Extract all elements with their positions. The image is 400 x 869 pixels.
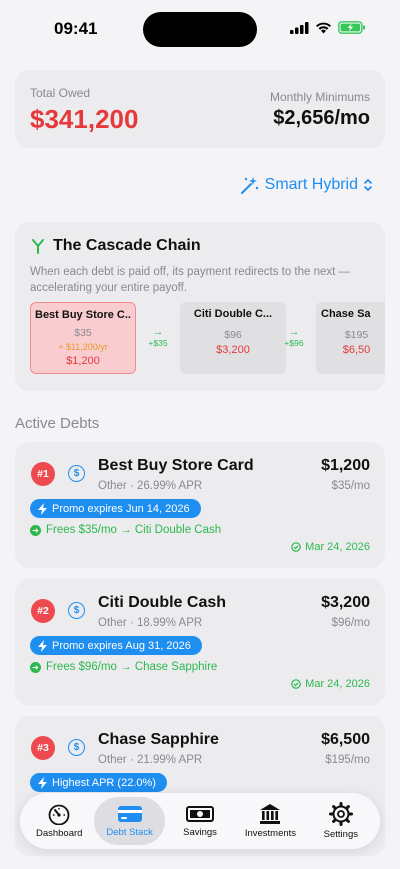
- tab-label: Savings: [183, 827, 217, 838]
- cascade-description: When each debt is paid off, its payment …: [30, 266, 351, 294]
- chain-node-name: Citi Double C...: [193, 308, 273, 320]
- tab-label: Settings: [323, 829, 358, 840]
- chain-node-balance: $6,50: [342, 344, 371, 356]
- status-bar: 09:41: [0, 0, 400, 60]
- tab-debt-stack[interactable]: Debt Stack: [94, 797, 165, 845]
- tab-bar: Dashboard Debt Stack Savings Investments…: [20, 793, 380, 849]
- debt-balance: $6,500: [321, 731, 370, 748]
- dynamic-island: [143, 12, 257, 47]
- debt-minimum: $35/mo: [331, 480, 370, 492]
- dollar-circle-icon: $: [68, 602, 85, 619]
- tab-savings[interactable]: Savings: [165, 797, 235, 845]
- chain-node-min: $96: [224, 329, 242, 341]
- debt-minimum: $96/mo: [331, 617, 370, 629]
- chain-node-name: Chase Sa: [321, 308, 371, 320]
- promo-text: Promo expires Jun 14, 2026: [52, 502, 190, 515]
- banknote-icon: [186, 806, 215, 822]
- chain-arrow-amount: +$96: [284, 338, 304, 348]
- chain-node-min: $195: [344, 329, 369, 341]
- chain-arrow-amount: +$35: [148, 338, 168, 348]
- debt-name: Citi Double Cash: [98, 594, 227, 611]
- payoff-date-text: Mar 24, 2026: [305, 678, 370, 690]
- payoff-date: Mar 24, 2026: [291, 541, 370, 553]
- frees-text: Frees $96/mo → Chase Sapphire: [46, 661, 218, 673]
- frees-note: ➜ Frees $96/mo → Chase Sapphire: [30, 661, 217, 673]
- chain-node-min: $35: [74, 327, 92, 339]
- debt-balance: $1,200: [321, 457, 370, 474]
- wifi-icon: [316, 22, 331, 33]
- promo-badge: Promo expires Jun 14, 2026: [30, 499, 201, 518]
- total-owed-value: $341,200: [30, 104, 139, 134]
- debt-name: Best Buy Store Card: [98, 457, 254, 474]
- dollar-circle-icon: $: [68, 739, 85, 756]
- cascade-title: The Cascade Chain: [53, 237, 201, 254]
- tab-settings[interactable]: Settings: [306, 797, 376, 845]
- arrow-circle-icon: ➜: [30, 524, 41, 536]
- frees-note: ➜ Frees $35/mo → Citi Double Cash: [30, 524, 221, 536]
- chain-node-balance: $1,200: [66, 355, 100, 367]
- rank-badge: #3: [31, 736, 55, 760]
- clock-check-icon: [291, 542, 301, 552]
- gear-icon: [328, 802, 353, 826]
- monthly-minimums-label: Monthly Minimums: [269, 90, 370, 104]
- chevron-up-down-icon: [364, 179, 372, 191]
- cellular-signal-icon: [290, 21, 309, 34]
- highest-apr-badge: Highest APR (22.0%): [30, 773, 167, 792]
- status-icons: [290, 21, 366, 34]
- monthly-minimums-value: $2,656/mo: [273, 107, 370, 129]
- total-owed-label: Total Owed: [30, 86, 91, 100]
- debt-meta: Other · 26.99% APR: [98, 480, 203, 492]
- gauge-icon: [48, 804, 70, 825]
- chain-arrow-1: → +$35: [138, 326, 178, 348]
- debt-summary-card: Total Owed $341,200 Monthly Minimums $2,…: [15, 70, 385, 148]
- chain-node-3[interactable]: Chase Sa $195 $6,50: [316, 302, 385, 374]
- arrow-right-icon: →: [152, 326, 164, 338]
- tab-label: Debt Stack: [106, 827, 153, 838]
- tab-label: Dashboard: [35, 828, 83, 839]
- bolt-icon: [38, 502, 47, 515]
- cascade-chain-card: The Cascade Chain When each debt is paid…: [15, 222, 385, 391]
- payoff-date-text: Mar 24, 2026: [305, 541, 370, 553]
- rank-badge: #1: [31, 462, 55, 486]
- debt-minimum: $195/mo: [325, 754, 370, 766]
- bolt-icon: [38, 776, 47, 789]
- status-time: 09:41: [54, 19, 98, 38]
- arrow-right-icon: →: [288, 326, 300, 338]
- promo-badge: Promo expires Aug 31, 2026: [30, 636, 202, 655]
- promo-text: Promo expires Aug 31, 2026: [52, 639, 191, 652]
- clock-check-icon: [291, 679, 301, 689]
- debt-meta: Other · 18.99% APR: [98, 617, 203, 629]
- branch-split-icon: [32, 239, 44, 254]
- chain-node-extra: + $11,200/yr: [58, 342, 108, 352]
- debt-name: Chase Sapphire: [98, 731, 219, 748]
- debt-meta: Other · 21.99% APR: [98, 754, 203, 766]
- chain-node-name: Best Buy Store C...: [35, 309, 131, 321]
- magic-wand-icon: [240, 177, 258, 194]
- frees-text: Frees $35/mo → Citi Double Cash: [46, 524, 222, 536]
- rank-badge: #2: [31, 599, 55, 623]
- debt-card-1[interactable]: #1 $ Best Buy Store Card Other · 26.99% …: [15, 442, 385, 568]
- payoff-date: Mar 24, 2026: [291, 678, 370, 690]
- debt-balance: $3,200: [321, 594, 370, 611]
- tab-dashboard[interactable]: Dashboard: [24, 797, 94, 845]
- chain-node-1[interactable]: Best Buy Store C... $35 + $11,200/yr $1,…: [30, 302, 136, 374]
- chain-node-balance: $3,200: [216, 344, 250, 356]
- bank-icon: [260, 804, 281, 824]
- arrow-circle-icon: ➜: [30, 661, 41, 673]
- bolt-icon: [38, 639, 47, 652]
- debt-card-2[interactable]: #2 $ Citi Double Cash Other · 18.99% APR…: [15, 579, 385, 705]
- dollar-circle-icon: $: [68, 465, 85, 482]
- strategy-selector[interactable]: Smart Hybrid: [240, 175, 373, 195]
- promo-text: Highest APR (22.0%): [52, 776, 156, 789]
- tab-label: Investments: [244, 828, 297, 839]
- battery-charging-icon: [338, 21, 365, 34]
- credit-card-icon: [117, 806, 142, 822]
- chain-arrow-2: → +$96: [274, 326, 314, 348]
- chain-node-2[interactable]: Citi Double C... $96 $3,200: [180, 302, 286, 374]
- active-debts-heading: Active Debts: [15, 415, 100, 432]
- tab-investments[interactable]: Investments: [235, 797, 305, 845]
- strategy-label: Smart Hybrid: [264, 176, 358, 193]
